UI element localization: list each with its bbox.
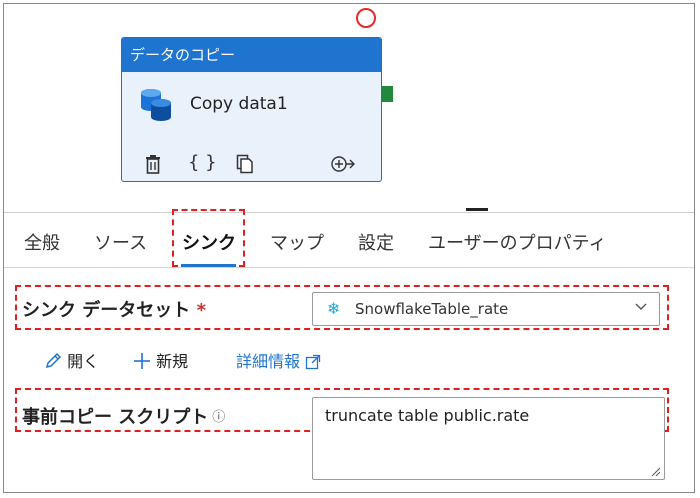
panel-divider	[4, 212, 694, 213]
pre-copy-script-input[interactable]: truncate table public.rate	[312, 397, 665, 480]
learn-more-link[interactable]: 詳細情報	[236, 348, 321, 372]
external-link-icon	[305, 354, 321, 370]
activity-name: Copy data1	[190, 94, 288, 114]
new-label: 新規	[156, 352, 189, 371]
tab-source[interactable]: ソース	[94, 229, 147, 255]
sink-dataset-label-text: シンク データセット	[22, 300, 191, 321]
chevron-down-icon	[635, 299, 647, 317]
success-output-port[interactable]	[381, 86, 393, 102]
properties-tabs: 全般 ソース シンク マップ 設定 ユーザーのプロパティ	[0, 229, 690, 265]
new-button[interactable]: 新規	[133, 348, 188, 372]
add-output-icon[interactable]	[330, 154, 356, 179]
highlight-circle	[356, 8, 376, 28]
tab-general[interactable]: 全般	[24, 229, 60, 255]
resize-grip-icon[interactable]	[650, 466, 660, 476]
sink-dataset-select[interactable]: ❄ SnowflakeTable_rate	[312, 292, 660, 326]
plus-icon	[134, 353, 150, 369]
open-button[interactable]: 開く	[44, 348, 99, 372]
panel-splitter[interactable]	[466, 208, 488, 211]
info-icon[interactable]: ⓘ	[212, 410, 225, 425]
tabs-divider	[4, 267, 694, 268]
open-label: 開く	[67, 352, 100, 371]
pencil-icon	[45, 352, 62, 369]
sink-dataset-value: SnowflakeTable_rate	[355, 300, 509, 318]
copy-data-activity[interactable]: データのコピー Copy data1 { }	[121, 37, 382, 182]
braces-icon[interactable]: { }	[188, 152, 217, 173]
tab-mapping[interactable]: マップ	[270, 229, 324, 255]
tab-user-properties[interactable]: ユーザーのプロパティ	[428, 229, 607, 255]
learn-more-label: 詳細情報	[236, 352, 301, 371]
activity-header: データのコピー	[122, 38, 381, 72]
sink-tab-highlight	[172, 209, 245, 267]
required-mark: *	[196, 300, 206, 321]
pre-copy-label: 事前コピー スクリプト ⓘ	[22, 403, 225, 429]
pre-copy-script-value: truncate table public.rate	[325, 406, 530, 425]
sink-dataset-label: シンク データセット *	[22, 296, 206, 322]
snowflake-icon: ❄	[327, 299, 341, 318]
database-icon	[141, 89, 171, 121]
delete-icon[interactable]	[144, 154, 162, 179]
tab-settings[interactable]: 設定	[358, 229, 394, 255]
pre-copy-label-text: 事前コピー スクリプト	[22, 407, 209, 428]
copy-icon[interactable]	[236, 154, 254, 179]
